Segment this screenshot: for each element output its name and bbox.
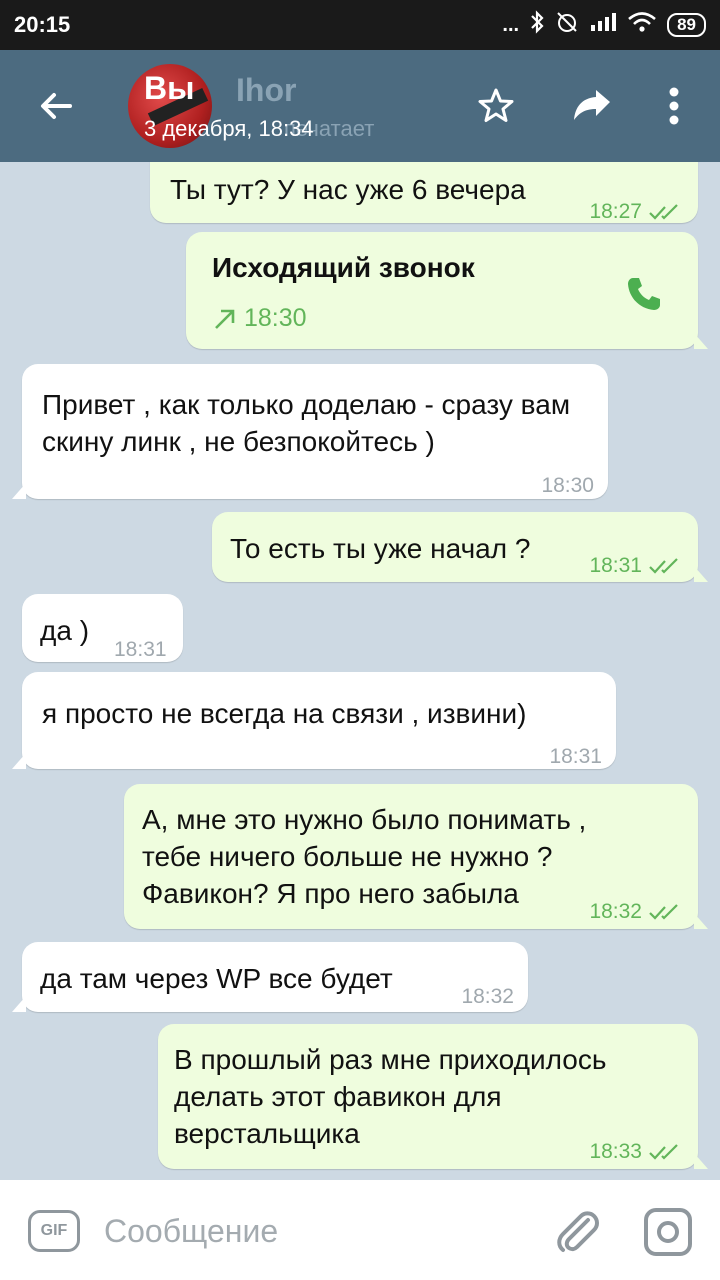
battery-indicator: 89 [667,13,706,37]
message-text: А, мне это нужно было понимать , тебе ни… [142,804,587,909]
star-icon [478,88,514,122]
status-time: 20:15 [14,12,71,37]
message-time: 18:31 [589,554,642,577]
message-text: я просто не всегда на связи , извини) [42,698,527,729]
message-list[interactable]: Ты тут? У нас уже 6 вечера 18:27 Исходящ… [0,162,720,1180]
message-bubble-incoming[interactable]: я просто не всегда на связи , извини) 18… [12,672,616,769]
message-meta: 18:33 [589,1133,682,1170]
more-vertical-icon [669,87,679,125]
message-text: Привет , как только доделаю - сразу вам … [42,389,571,457]
message-text: да ) [40,615,90,646]
message-bubble-incoming[interactable]: да ) 18:31 [22,594,183,662]
attach-button[interactable] [550,1204,604,1258]
message-bubble-outgoing[interactable]: То есть ты уже начал ? 18:31 [212,512,708,584]
message-composer: GIF [0,1180,720,1280]
double-check-icon [649,557,678,574]
favorite-button[interactable] [470,80,522,132]
message-time: 18:32 [461,985,514,1008]
share-icon [574,90,610,120]
message-time: 18:32 [589,900,642,923]
message-bubble-incoming[interactable]: да там через WP все будет 18:32 [12,942,528,1012]
message-meta: 18:31 [589,547,682,584]
message-text: Ты тут? У нас уже 6 вечера [170,174,526,205]
message-bubble-outgoing[interactable]: Ты тут? У нас уже 6 вечера 18:27 [150,162,698,223]
message-bubble-outgoing[interactable]: А, мне это нужно было понимать , тебе ни… [124,784,708,930]
double-check-icon [649,903,678,920]
more-options-button[interactable] [648,80,700,132]
message-time: 18:27 [589,200,642,223]
status-icons: ... 89 [502,10,706,40]
last-seen-date: 3 декабря, 18:34 [144,116,314,141]
message-input[interactable] [104,1208,524,1254]
call-time: 18:30 [244,304,307,332]
message-bubble-outgoing[interactable]: В прошлый раз мне приходилось делать это… [158,1024,708,1170]
message-bubble-incoming[interactable]: Привет , как только доделаю - сразу вам … [12,364,608,499]
double-check-icon [649,1143,678,1160]
camera-button[interactable] [644,1208,692,1256]
message-time: 18:31 [114,638,167,661]
message-text: да там через WP все будет [40,963,393,994]
contact-name: Ihor [236,72,297,108]
message-time: 18:33 [589,1140,642,1163]
alarm-off-icon [555,10,579,40]
call-bubble-outgoing[interactable]: Исходящий звонок 18:30 [186,232,708,349]
call-meta: 18:30 [212,300,307,337]
status-dots: ... [502,13,520,36]
message-time: 18:30 [541,474,594,497]
message-time: 18:31 [549,745,602,768]
status-bar: 20:15 ... 89 [0,0,720,50]
message-text: То есть ты уже начал ? [230,533,531,564]
back-button[interactable] [30,80,82,132]
message-meta: 18:32 [589,893,682,930]
avatar-you-label: Вы [144,70,195,106]
call-title: Исходящий звонок [212,252,475,283]
signal-icon [589,11,617,39]
message-meta: 18:27 [589,193,682,230]
bluetooth-icon [529,10,545,40]
outgoing-arrow-icon [215,309,235,329]
phone-icon[interactable] [624,274,664,323]
wifi-icon [627,11,657,39]
gif-button[interactable]: GIF [28,1210,80,1252]
double-check-icon [649,203,678,220]
chat-title-block[interactable]: Вы Ihor печатает 3 декабря, 18:34 [144,68,444,148]
arrow-left-icon [41,93,72,119]
chat-header: Вы Ihor печатает 3 декабря, 18:34 [0,50,720,162]
paperclip-icon [557,1211,599,1252]
forward-button[interactable] [566,80,618,132]
